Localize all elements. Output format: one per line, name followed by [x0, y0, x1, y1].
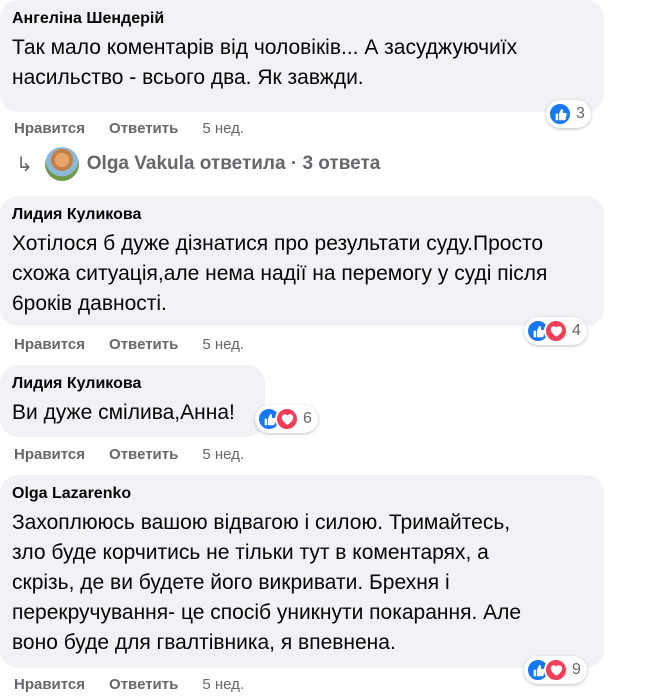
- comment-bubble: Olga Lazarenko Захоплююсь вашою відвагою…: [0, 475, 604, 668]
- comment-text: Хотілося б дуже дізнатися про результати…: [12, 232, 548, 315]
- reply-button[interactable]: Ответить: [109, 446, 178, 463]
- comment-timestamp[interactable]: 5 нед.: [202, 446, 244, 463]
- like-button[interactable]: Нравится: [14, 336, 85, 353]
- comment-actions: Нравится Ответить 5 нед.: [14, 118, 244, 138]
- reply-button[interactable]: Ответить: [109, 676, 178, 693]
- comment-text: Захоплююсь вашою відвагою і силою. Трима…: [12, 511, 522, 654]
- comment-author[interactable]: Лидия Куликова: [12, 205, 592, 225]
- comment-actions: Нравится Ответить 5 нед.: [14, 444, 244, 464]
- comment-author[interactable]: Лидия Куликова: [12, 374, 253, 394]
- love-icon: [275, 407, 299, 431]
- like-button[interactable]: Нравится: [14, 676, 85, 693]
- comment-timestamp[interactable]: 5 нед.: [202, 676, 244, 693]
- like-icon: [548, 102, 572, 126]
- reaction-summary[interactable]: 9: [524, 656, 587, 684]
- reaction-summary[interactable]: 3: [546, 100, 591, 128]
- reply-button[interactable]: Ответить: [109, 120, 178, 137]
- comment-bubble: Лидия Куликова Хотілося б дуже дізнатися…: [0, 196, 604, 326]
- comment-actions: Нравится Ответить 5 нед.: [14, 334, 244, 354]
- user-avatar: [44, 147, 79, 181]
- love-icon: [544, 319, 568, 343]
- replies-text[interactable]: Olga Vakula ответила · 3 ответа: [87, 153, 381, 175]
- like-button[interactable]: Нравится: [14, 120, 85, 137]
- reaction-count: 9: [572, 661, 581, 678]
- love-icon: [544, 658, 568, 682]
- comment-bubble: Лидия Куликова Ви дуже смілива,Анна!: [0, 365, 265, 437]
- comment-timestamp[interactable]: 5 нед.: [202, 120, 244, 137]
- reaction-count: 4: [572, 322, 581, 339]
- view-replies-link[interactable]: ↳ Olga Vakula ответила · 3 ответа: [14, 147, 380, 181]
- comment-author[interactable]: Olga Lazarenko: [12, 484, 592, 504]
- reaction-summary[interactable]: 4: [524, 317, 587, 345]
- reaction-summary[interactable]: 6: [255, 405, 318, 433]
- reply-arrow-icon: ↳: [16, 153, 33, 176]
- comment-text: Ви дуже смілива,Анна!: [12, 401, 235, 424]
- reaction-count: 6: [303, 410, 312, 427]
- comment-actions: Нравится Ответить 5 нед.: [14, 674, 244, 694]
- reaction-count: 3: [576, 105, 585, 122]
- comment-timestamp[interactable]: 5 нед.: [202, 336, 244, 353]
- comment-text: Так мало коментарів від чоловіків... А з…: [12, 36, 518, 89]
- reply-button[interactable]: Ответить: [109, 336, 178, 353]
- comment-author[interactable]: Ангеліна Шендерій: [12, 9, 592, 29]
- comment-bubble: Ангеліна Шендерій Так мало коментарів ві…: [0, 0, 604, 112]
- like-button[interactable]: Нравится: [14, 446, 85, 463]
